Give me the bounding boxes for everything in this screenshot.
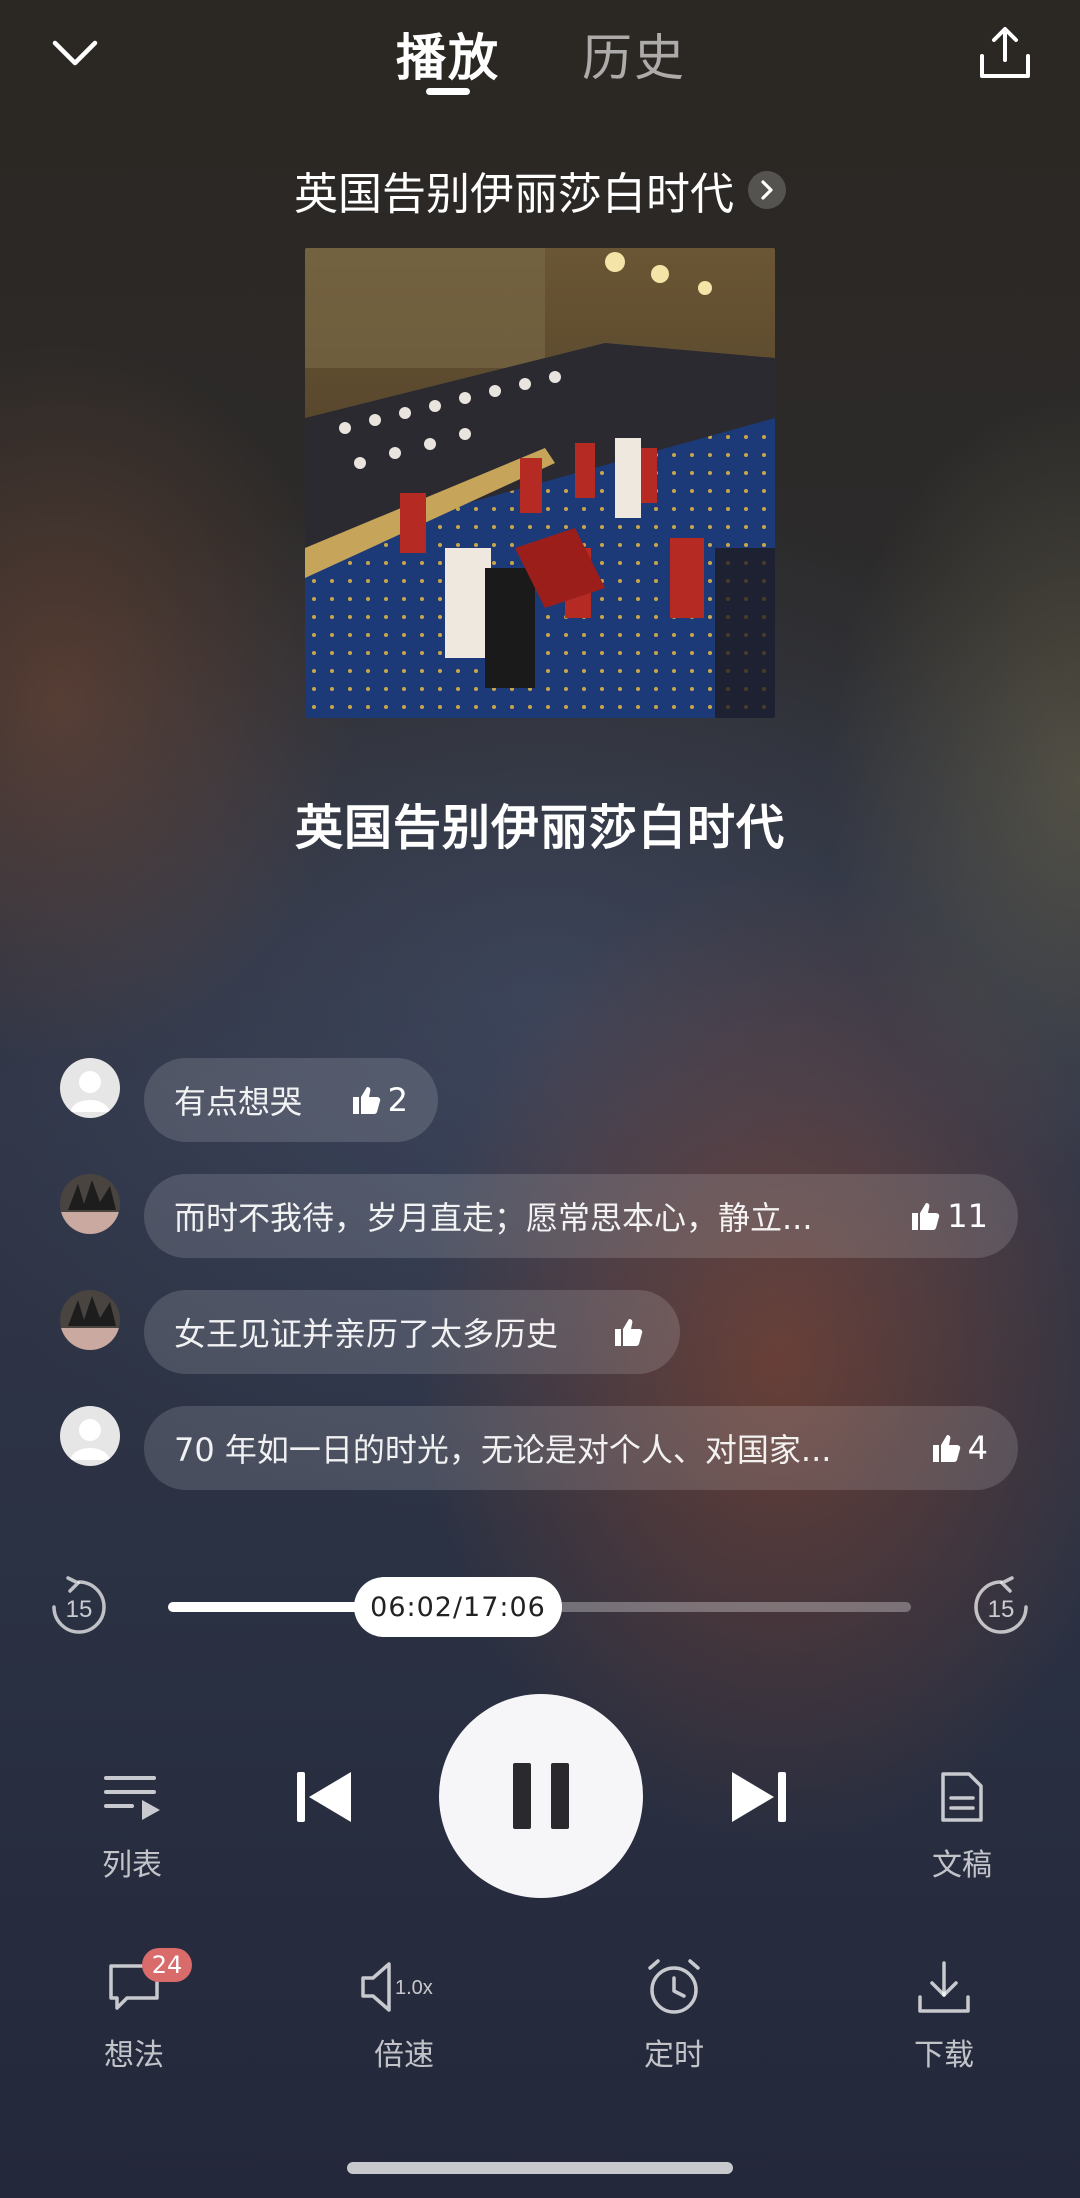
avatar[interactable]	[60, 1406, 120, 1466]
progress-time-thumb[interactable]: 06:02/17:06	[354, 1577, 562, 1637]
rewind-15-button[interactable]: 15	[48, 1576, 110, 1638]
cover-art	[305, 248, 775, 718]
comment-bubble[interactable]: 而时不我待，岁月直走；愿常思本心，静立... 11	[144, 1174, 1018, 1258]
comment-row: 而时不我待，岁月直走；愿常思本心，静立... 11	[60, 1174, 1020, 1258]
download-label: 下载	[914, 2038, 974, 2073]
rewind-15-icon: 15	[52, 1576, 106, 1634]
like-button[interactable]: 11	[869, 1197, 988, 1235]
like-button[interactable]	[586, 1316, 650, 1348]
share-upload-icon	[980, 27, 1030, 78]
timer-button[interactable]: 定时	[604, 1952, 744, 2074]
like-count: 2	[387, 1081, 408, 1119]
thoughts-count-badge: 24	[142, 1948, 192, 1982]
like-button[interactable]: 4	[890, 1429, 988, 1467]
transcript-label: 文稿	[932, 1848, 992, 1883]
speaker-speed-icon: 1.0x	[361, 1962, 433, 2012]
comment-bubble[interactable]: 70 年如一日的时光，无论是对个人、对国家... 4	[144, 1406, 1018, 1490]
like-count: 4	[967, 1429, 988, 1467]
tab-play[interactable]: 播放	[396, 18, 500, 90]
forward-15-button[interactable]: 15	[970, 1576, 1032, 1638]
comment-text: 70 年如一日的时光，无论是对个人、对国家...	[174, 1431, 832, 1469]
pause-button[interactable]	[439, 1694, 643, 1898]
like-count: 11	[947, 1197, 988, 1235]
comment-bubble[interactable]: 有点想哭 2	[144, 1058, 438, 1142]
comment-row: 有点想哭 2	[60, 1058, 460, 1142]
alarm-clock-icon	[648, 1959, 700, 2014]
chevron-down-icon	[52, 40, 98, 66]
speed-value: 1.0x	[395, 1977, 433, 1999]
thumbs-up-icon	[352, 1087, 380, 1114]
speed-label: 倍速	[374, 2038, 434, 2073]
comment-row: 70 年如一日的时光，无论是对个人、对国家... 4	[60, 1406, 1020, 1490]
download-button[interactable]: 下载	[874, 1952, 1014, 2074]
comment-bubble[interactable]: 女王见证并亲历了太多历史	[144, 1290, 680, 1374]
transcript-button[interactable]: 文稿	[892, 1762, 1032, 1884]
download-icon	[918, 1961, 970, 2013]
timer-label: 定时	[644, 2038, 704, 2073]
active-tab-indicator	[426, 88, 470, 95]
avatar[interactable]	[60, 1290, 120, 1350]
tab-history[interactable]: 历史	[582, 18, 686, 90]
comment-text: 有点想哭	[174, 1083, 303, 1121]
previous-button[interactable]	[285, 1762, 365, 1832]
album-link[interactable]: 英国告别伊丽莎白时代	[0, 158, 1080, 222]
thumbs-up-icon	[912, 1203, 940, 1230]
thoughts-button[interactable]: 24 想法	[64, 1948, 204, 2074]
avatar[interactable]	[60, 1058, 120, 1118]
comment-text: 而时不我待，岁月直走；愿常思本心，静立...	[174, 1199, 813, 1237]
next-icon	[732, 1772, 786, 1822]
next-button[interactable]	[718, 1762, 798, 1832]
rewind-seconds: 15	[66, 1596, 93, 1623]
thumbs-up-icon	[615, 1319, 643, 1346]
document-icon	[941, 1772, 983, 1822]
pause-icon	[513, 1763, 569, 1829]
avatar[interactable]	[60, 1174, 120, 1234]
comment-row: 女王见证并亲历了太多历史	[60, 1290, 680, 1374]
forward-15-icon: 15	[974, 1576, 1028, 1634]
playlist-button[interactable]: 列表	[62, 1762, 202, 1884]
previous-icon	[297, 1772, 351, 1822]
collapse-button[interactable]	[40, 18, 110, 88]
comment-text: 女王见证并亲历了太多历史	[174, 1315, 559, 1353]
share-button[interactable]	[970, 18, 1040, 88]
chevron-right-icon	[748, 171, 786, 209]
album-title: 英国告别伊丽莎白时代	[294, 169, 734, 220]
playlist-icon	[104, 1776, 160, 1820]
forward-seconds: 15	[988, 1596, 1015, 1623]
speed-button[interactable]: 1.0x 倍速	[334, 1952, 474, 2074]
home-indicator[interactable]	[347, 2162, 733, 2174]
track-title: 英国告别伊丽莎白时代	[294, 800, 785, 856]
playlist-label: 列表	[102, 1848, 162, 1883]
thumbs-up-icon	[932, 1435, 960, 1462]
thoughts-label: 想法	[104, 2038, 164, 2073]
like-button[interactable]: 2	[326, 1081, 408, 1119]
